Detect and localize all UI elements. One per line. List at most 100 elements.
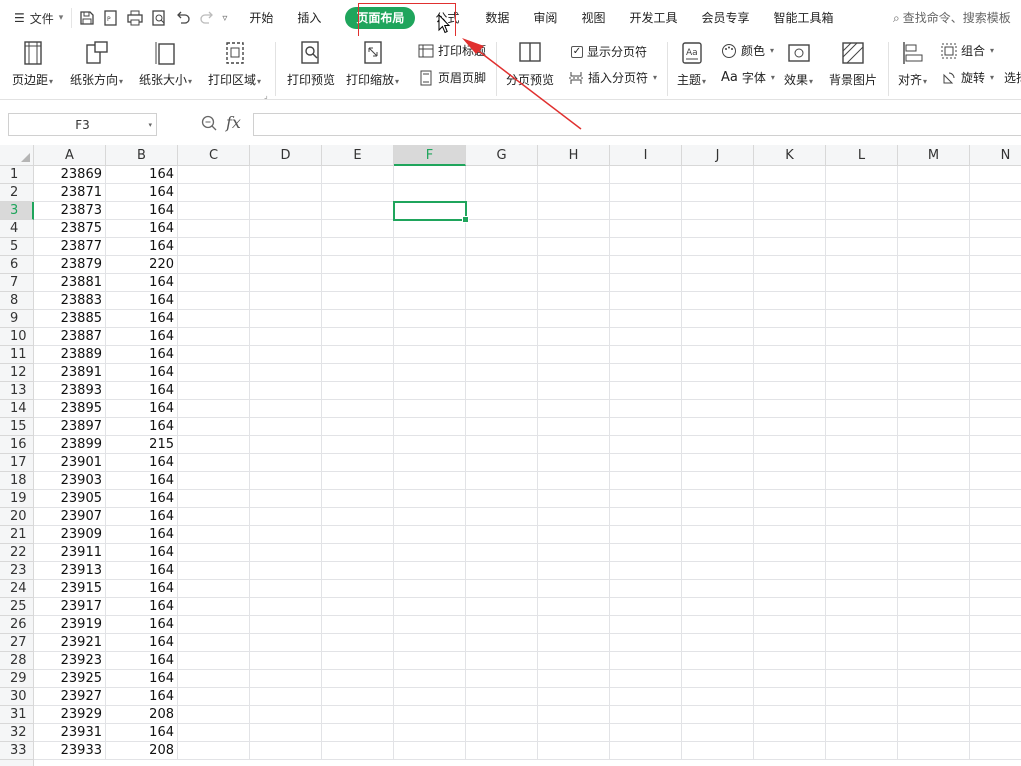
cell-k[interactable]	[754, 292, 826, 310]
cell-l[interactable]	[826, 184, 898, 202]
cell-k[interactable]	[754, 724, 826, 742]
cell-d[interactable]	[250, 724, 322, 742]
cell-l[interactable]	[826, 526, 898, 544]
cell-a[interactable]: 23905	[34, 490, 106, 508]
cell-n[interactable]	[970, 580, 1021, 598]
cell-k[interactable]	[754, 400, 826, 418]
insert-function-button[interactable]: fx	[226, 113, 241, 132]
cell-n[interactable]	[970, 598, 1021, 616]
effects-button[interactable]: 效果▾	[784, 40, 813, 88]
column-header-m[interactable]: M	[898, 145, 970, 166]
cell-n[interactable]	[970, 634, 1021, 652]
cell-c[interactable]	[178, 292, 250, 310]
cell-a[interactable]: 23911	[34, 544, 106, 562]
cell-i[interactable]	[610, 598, 682, 616]
cell-g[interactable]	[466, 400, 538, 418]
tab-view[interactable]: 视图	[569, 0, 617, 36]
row-header[interactable]: 11	[0, 346, 34, 364]
cell-f[interactable]	[394, 400, 466, 418]
column-header-l[interactable]: L	[826, 145, 898, 166]
cell-f[interactable]	[394, 166, 466, 184]
cell-f[interactable]	[394, 256, 466, 274]
cell-n[interactable]	[970, 202, 1021, 220]
cell-i[interactable]	[610, 256, 682, 274]
cell-n[interactable]	[970, 670, 1021, 688]
cell-f[interactable]	[394, 742, 466, 760]
rotate-button[interactable]: 旋转 ▾	[941, 69, 994, 86]
command-search[interactable]: ⌕ 查找命令、搜索模板	[893, 0, 1011, 36]
column-header-f[interactable]: F	[394, 145, 466, 166]
cell-i[interactable]	[610, 616, 682, 634]
cell-d[interactable]	[250, 436, 322, 454]
cell-h[interactable]	[538, 418, 610, 436]
cell-f[interactable]	[394, 238, 466, 256]
cell-n[interactable]	[970, 562, 1021, 580]
cell-a[interactable]: 23885	[34, 310, 106, 328]
row-header[interactable]: 1	[0, 166, 34, 184]
cell-f[interactable]	[394, 274, 466, 292]
cell-g[interactable]	[466, 742, 538, 760]
save-icon[interactable]	[78, 9, 96, 27]
row-header[interactable]: 16	[0, 436, 34, 454]
cell-j[interactable]	[682, 490, 754, 508]
cell-m[interactable]	[898, 202, 970, 220]
cell-a[interactable]: 23887	[34, 328, 106, 346]
row-header[interactable]: 24	[0, 580, 34, 598]
cell-m[interactable]	[898, 580, 970, 598]
cell-a[interactable]: 23933	[34, 742, 106, 760]
cell-j[interactable]	[682, 436, 754, 454]
row-header[interactable]: 32	[0, 724, 34, 742]
cell-m[interactable]	[898, 292, 970, 310]
cell-c[interactable]	[178, 472, 250, 490]
cell-k[interactable]	[754, 562, 826, 580]
cell-n[interactable]	[970, 724, 1021, 742]
cell-g[interactable]	[466, 526, 538, 544]
cell-l[interactable]	[826, 274, 898, 292]
cell-a[interactable]: 23921	[34, 634, 106, 652]
column-header-b[interactable]: B	[106, 145, 178, 166]
cell-k[interactable]	[754, 238, 826, 256]
cell-l[interactable]	[826, 634, 898, 652]
cell-n[interactable]	[970, 166, 1021, 184]
print-preview-icon[interactable]	[150, 9, 168, 27]
cell-j[interactable]	[682, 256, 754, 274]
cell-g[interactable]	[466, 616, 538, 634]
cell-m[interactable]	[898, 436, 970, 454]
row-header[interactable]: 17	[0, 454, 34, 472]
cell-a[interactable]: 23925	[34, 670, 106, 688]
row-header[interactable]: 19	[0, 490, 34, 508]
cell-h[interactable]	[538, 292, 610, 310]
cell-d[interactable]	[250, 184, 322, 202]
cell-m[interactable]	[898, 472, 970, 490]
cell-i[interactable]	[610, 220, 682, 238]
cell-g[interactable]	[466, 346, 538, 364]
cell-b[interactable]: 164	[106, 382, 178, 400]
cell-l[interactable]	[826, 382, 898, 400]
cell-b[interactable]: 164	[106, 220, 178, 238]
undo-icon[interactable]	[174, 9, 192, 27]
cell-h[interactable]	[538, 508, 610, 526]
row-header[interactable]: 12	[0, 364, 34, 382]
cell-c[interactable]	[178, 706, 250, 724]
cell-e[interactable]	[322, 598, 394, 616]
cell-j[interactable]	[682, 472, 754, 490]
row-header[interactable]: 18	[0, 472, 34, 490]
cell-e[interactable]	[322, 616, 394, 634]
print-scale-button[interactable]: 打印缩放▾	[346, 40, 399, 88]
cell-a[interactable]: 23871	[34, 184, 106, 202]
cell-n[interactable]	[970, 616, 1021, 634]
cell-j[interactable]	[682, 580, 754, 598]
cell-f[interactable]	[394, 544, 466, 562]
row-header[interactable]: 26	[0, 616, 34, 634]
cell-m[interactable]	[898, 526, 970, 544]
cell-f[interactable]	[394, 634, 466, 652]
cell-f[interactable]	[394, 454, 466, 472]
cell-b[interactable]: 164	[106, 364, 178, 382]
cell-i[interactable]	[610, 274, 682, 292]
cell-j[interactable]	[682, 400, 754, 418]
cell-f[interactable]	[394, 220, 466, 238]
cell-n[interactable]	[970, 256, 1021, 274]
cell-m[interactable]	[898, 652, 970, 670]
cell-b[interactable]: 164	[106, 472, 178, 490]
cell-n[interactable]	[970, 400, 1021, 418]
